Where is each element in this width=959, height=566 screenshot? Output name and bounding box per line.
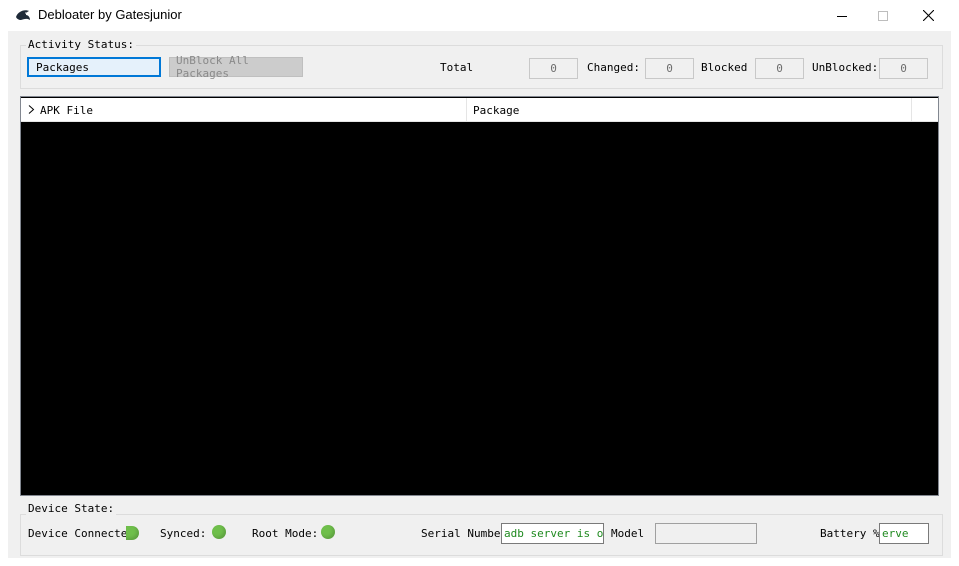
activity-status-label: Activity Status: <box>26 38 136 51</box>
package-list[interactable] <box>20 96 939 496</box>
synced-indicator <box>212 525 226 539</box>
column-header-package[interactable]: Package <box>473 104 519 117</box>
serial-number-field[interactable]: adb server is ou <box>501 523 604 544</box>
column-divider[interactable] <box>911 98 912 122</box>
device-state-label: Device State: <box>26 502 117 515</box>
changed-label: Changed: <box>587 61 640 74</box>
close-icon <box>922 10 934 21</box>
column-header-apk-file[interactable]: APK File <box>40 104 93 117</box>
column-divider[interactable] <box>466 98 467 122</box>
minimize-icon <box>837 15 847 17</box>
serial-number-label: Serial Number: <box>421 527 514 540</box>
minimize-button[interactable] <box>819 0 865 31</box>
synced-label: Synced: <box>160 527 207 540</box>
packages-button[interactable]: Packages <box>27 57 161 77</box>
battery-field[interactable]: erve <box>879 523 929 544</box>
model-field[interactable] <box>655 523 757 544</box>
total-count: 0 <box>529 58 578 79</box>
changed-count: 0 <box>645 58 694 79</box>
maximize-button[interactable] <box>860 0 906 31</box>
unblocked-count: 0 <box>879 58 928 79</box>
close-button[interactable] <box>905 0 951 31</box>
battery-label: Battery %: <box>820 527 887 540</box>
blocked-label: Blocked <box>701 61 748 74</box>
root-mode-label: Root Mode: <box>252 527 319 540</box>
unblock-all-packages-button[interactable]: UnBlock All Packages <box>169 54 303 80</box>
fish-icon <box>16 10 30 20</box>
maximize-icon <box>878 10 888 21</box>
device-connected-label: Device Connected: <box>28 527 141 540</box>
total-label: Total <box>440 61 474 74</box>
blocked-count: 0 <box>755 58 804 79</box>
model-label: Model <box>611 527 645 540</box>
chevron-right-icon[interactable] <box>28 105 35 114</box>
window-title: Debloater by Gatesjunior <box>38 7 182 22</box>
title-bar[interactable]: Debloater by Gatesjunior <box>0 0 959 31</box>
unblocked-label: UnBlocked: <box>812 61 879 74</box>
root-mode-indicator <box>321 525 335 539</box>
